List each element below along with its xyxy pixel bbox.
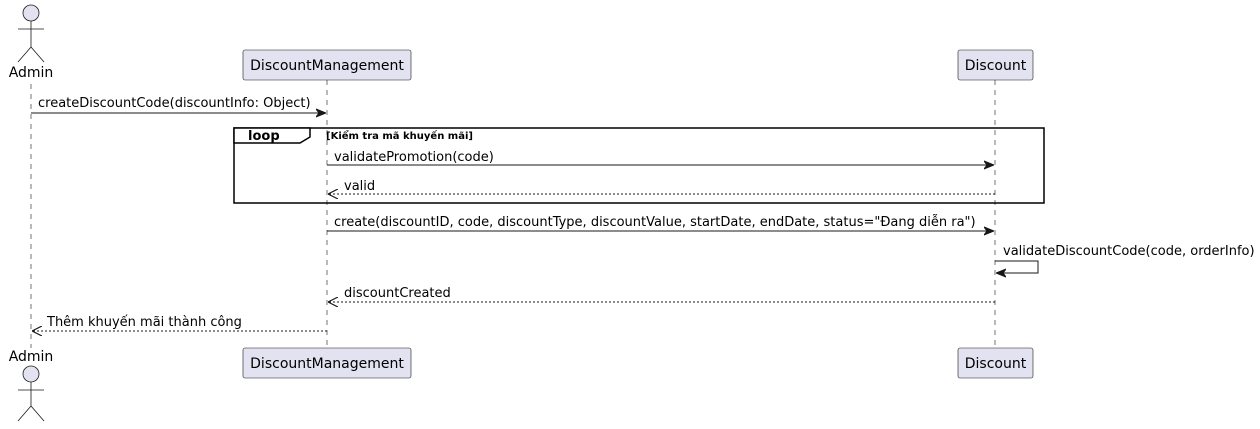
message-label-validate-discount-code: validateDiscountCode(code, orderInfo) (1003, 244, 1255, 259)
participant-label-management-bottom: DiscountManagement (250, 356, 404, 372)
participant-label-discount-bottom: Discount (965, 356, 1027, 372)
participant-label-discount-top: Discount (965, 58, 1027, 74)
participant-discount-bottom: Discount (957, 347, 1034, 379)
message-label-validate-promotion: validatePromotion(code) (334, 150, 494, 165)
participant-label-management-top: DiscountManagement (250, 58, 404, 74)
message-label-valid: valid (344, 179, 375, 194)
participant-management-top: DiscountManagement (242, 49, 412, 81)
actor-label-admin-bottom: Admin (9, 349, 54, 365)
message-label-create-discount-code: createDiscountCode(discountInfo: Object) (38, 96, 311, 111)
actor-head (22, 365, 40, 383)
actor-label-admin-top: Admin (9, 65, 54, 81)
actor-head (22, 4, 40, 22)
actor-admin-top: Admin (9, 4, 54, 81)
participant-management-bottom: DiscountManagement (242, 347, 412, 379)
message-label-success: Thêm khuyến mãi thành công (46, 315, 242, 330)
message-label-create: create(discountID, code, discountType, d… (334, 215, 976, 230)
loop-keyword: loop (248, 129, 280, 144)
actor-admin-bottom: Admin (9, 349, 54, 422)
message-label-discount-created: discountCreated (344, 286, 451, 301)
message-arrow-validate-discount-code (995, 260, 1039, 273)
sequence-diagram: Admin DiscountManagement Discount create… (9, 4, 1255, 422)
loop-condition: [Kiểm tra mã khuyến mãi] (326, 129, 473, 142)
participant-discount-top: Discount (957, 49, 1034, 81)
